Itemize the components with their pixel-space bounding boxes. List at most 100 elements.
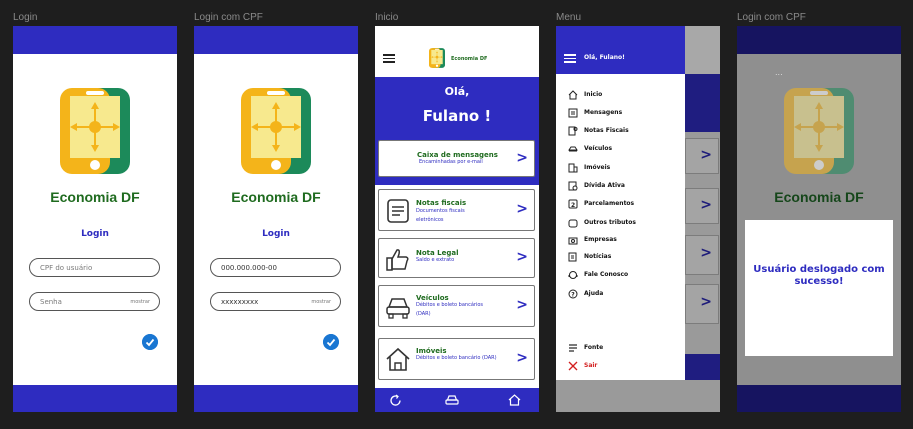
card-nota-legal[interactable]: Nota Legal Saldo e extrato > xyxy=(378,238,535,278)
invoice-icon xyxy=(568,126,578,136)
cpf-placeholder: CPF do usuário xyxy=(40,264,93,272)
dim-card: > xyxy=(685,138,719,174)
menu-item-label: Dívida Ativa xyxy=(584,182,625,189)
greeting-banner: Olá, Fulano ! Caixa de mensagens Encamin… xyxy=(375,77,539,185)
cpf-value: 000.000.000-00 xyxy=(221,264,277,272)
brand-name: Economia DF xyxy=(774,189,864,205)
logout-screen: ... Economia DF Usuário deslogado com su… xyxy=(737,26,901,412)
menu-item-label: Inicio xyxy=(584,91,603,98)
show-password-button[interactable]: mostrar xyxy=(130,299,150,305)
home-icon[interactable] xyxy=(508,394,521,406)
menu-header: Olá, Fulano! xyxy=(556,26,685,74)
app-logo-icon xyxy=(784,88,854,174)
greeting-line1: Olá, xyxy=(444,85,470,98)
frame-label-menu: Menu xyxy=(556,12,582,23)
password-placeholder: Senha xyxy=(40,298,62,306)
login-title: Login xyxy=(81,229,109,239)
dim-header xyxy=(685,26,720,74)
frame-label-inicio: Inicio xyxy=(375,12,399,23)
inbox-subtitle: Encaminhadas por e-mail xyxy=(419,159,483,165)
thumbs-up-icon xyxy=(386,249,409,271)
top-bar xyxy=(13,26,177,54)
menu-item-label: Ajuda xyxy=(584,290,604,297)
svg-text:2: 2 xyxy=(571,202,575,209)
check-icon[interactable] xyxy=(142,334,158,350)
login-screen: Economia DF Login CPF do usuário Senha m… xyxy=(13,26,177,412)
refresh-icon[interactable] xyxy=(389,394,402,407)
menu-item-label: Empresas xyxy=(584,236,617,243)
company-icon xyxy=(568,237,578,245)
menu-item-label: Imóveis xyxy=(584,164,611,171)
svg-text:?: ? xyxy=(571,292,575,299)
card-subtitle: Saldo e extrato xyxy=(416,257,455,263)
chevron-right-icon: > xyxy=(700,245,712,261)
installment-icon: 2 xyxy=(568,199,578,209)
debt-icon xyxy=(568,181,578,191)
login-cpf-screen: Economia DF Login 000.000.000-00 xxxxxxx… xyxy=(194,26,358,412)
card-subtitle: Documentos fiscais eletrônicos xyxy=(416,208,465,223)
help-icon: ? xyxy=(568,289,578,299)
menu-item-label: Fale Conosco xyxy=(584,271,629,278)
dim-card: > xyxy=(685,284,719,324)
chevron-right-icon: > xyxy=(516,249,528,265)
cpf-input[interactable]: CPF do usuário xyxy=(29,258,160,277)
bottom-bar xyxy=(13,385,177,412)
menu-item-label: Outros tributos xyxy=(584,219,636,226)
loading-dots: ... xyxy=(775,68,783,77)
menu-item-label: Parcelamentos xyxy=(584,200,635,207)
menu-item-label: Notas Fiscais xyxy=(584,127,629,134)
check-icon[interactable] xyxy=(323,334,339,350)
card-imoveis[interactable]: Imóveis Débitos e boleto bancário (DAR) … xyxy=(378,338,535,380)
menu-item-label: Veículos xyxy=(584,145,613,152)
house-icon xyxy=(386,347,410,371)
cpf-input[interactable]: 000.000.000-00 xyxy=(210,258,341,277)
support-icon xyxy=(568,271,578,279)
password-value: xxxxxxxxx xyxy=(221,298,259,306)
top-bar xyxy=(737,26,901,54)
chevron-right-icon: > xyxy=(700,147,712,163)
dim-card: > xyxy=(685,235,719,275)
brand-name: Economia DF xyxy=(50,189,140,205)
bottom-bar xyxy=(737,385,901,412)
menu-screen: > > > > Olá, Fulano! Inicio Mensagens Nota… xyxy=(556,26,720,412)
message-icon xyxy=(568,108,578,118)
close-icon xyxy=(568,361,578,371)
greeting-line2: Fulano ! xyxy=(422,107,492,125)
card-title: Notas fiscais xyxy=(416,199,467,207)
brand-name: Economia DF xyxy=(231,189,321,205)
menu-item-label: Notícias xyxy=(584,253,612,260)
car-icon xyxy=(568,146,578,152)
tax-icon xyxy=(568,219,578,228)
card-veiculos[interactable]: Veículos Débitos e boleto bancários (DAR… xyxy=(378,285,535,327)
chevron-right-icon: > xyxy=(516,297,528,313)
chevron-right-icon: > xyxy=(516,201,528,217)
card-subtitle: Débitos e boleto bancário (DAR) xyxy=(416,355,497,361)
document-icon xyxy=(387,199,409,223)
building-icon xyxy=(568,163,578,173)
login-title: Login xyxy=(262,229,290,239)
logout-message: Usuário deslogado com sucesso! xyxy=(753,264,885,287)
bottom-bar xyxy=(194,385,358,412)
card-notas-fiscais[interactable]: Notas fiscais Documentos fiscais eletrôn… xyxy=(378,189,535,231)
app-logo-icon xyxy=(241,88,311,174)
header: Economia DF xyxy=(375,26,539,77)
inicio-screen: Economia DF Olá, Fulano ! Caixa de mensa… xyxy=(375,26,539,412)
hamburger-menu-icon[interactable] xyxy=(564,54,576,63)
password-input[interactable]: xxxxxxxxx mostrar xyxy=(210,292,341,311)
dim-banner xyxy=(685,74,720,132)
car-icon xyxy=(386,298,410,319)
hamburger-menu-icon[interactable] xyxy=(383,54,395,63)
inbox-card[interactable]: Caixa de mensagens Encaminhadas por e-ma… xyxy=(378,140,535,177)
dim-nav xyxy=(685,354,720,380)
password-input[interactable]: Senha mostrar xyxy=(29,292,160,311)
font-size-icon xyxy=(569,344,577,352)
car-icon[interactable] xyxy=(445,394,459,406)
show-password-button[interactable]: mostrar xyxy=(311,299,331,305)
chevron-right-icon: > xyxy=(700,294,712,310)
home-icon xyxy=(568,90,578,100)
bottom-nav xyxy=(375,388,539,412)
frame-label-login: Login xyxy=(13,12,38,23)
brand-name: Economia DF xyxy=(451,56,488,62)
chevron-right-icon: > xyxy=(516,150,528,166)
app-logo-icon xyxy=(429,47,445,69)
